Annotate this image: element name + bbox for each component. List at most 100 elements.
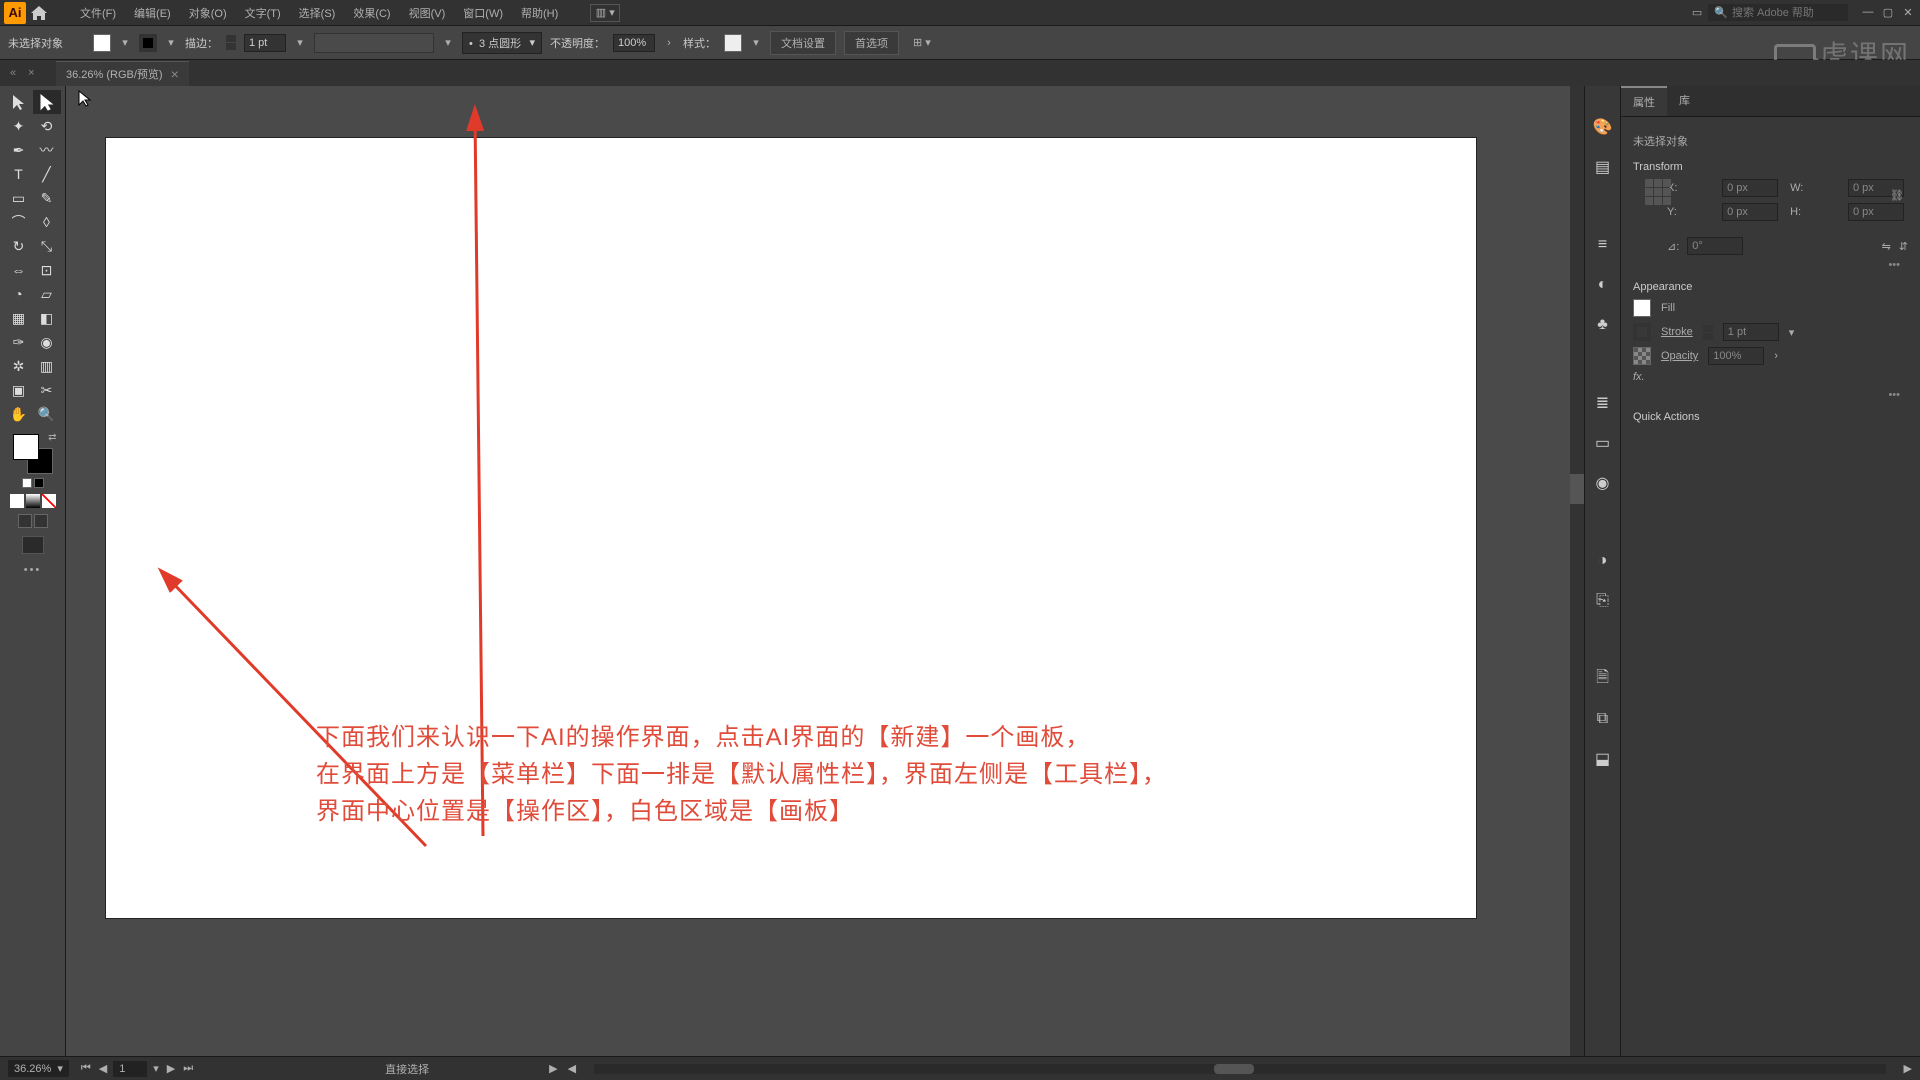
appearance-panel-icon[interactable]: ◑ — [1592, 550, 1614, 572]
stroke-panel-icon[interactable]: ≡ — [1592, 234, 1614, 256]
reference-point-icon[interactable] — [1645, 179, 1671, 205]
artboard-tool-icon[interactable]: ▣ — [5, 378, 33, 402]
asset-export-panel-icon[interactable]: ▭ — [1592, 432, 1614, 454]
artboard-last-icon[interactable]: ⏭ — [181, 1062, 195, 1075]
align-panel-icon[interactable]: 🗎 — [1592, 668, 1614, 690]
artboard-next-icon[interactable]: ▶ — [165, 1062, 177, 1075]
gradient-mode-icon[interactable] — [26, 494, 40, 508]
close-icon[interactable]: ✕ — [1900, 6, 1916, 19]
canvas-area[interactable]: 下面我们来认识一下AI的操作界面，点击AI界面的【新建】一个画板， 在界面上方是… — [66, 86, 1584, 1056]
panel-stroke-stepper[interactable] — [1703, 325, 1713, 340]
flip-v-icon[interactable]: ⇵ — [1899, 240, 1908, 253]
status-scroll-left-icon[interactable]: ◀ — [568, 1062, 576, 1075]
symbols-panel-icon[interactable]: ♣ — [1592, 314, 1614, 336]
stroke-weight-dropdown[interactable]: ▾ — [294, 36, 306, 49]
opacity-dropdown[interactable]: › — [663, 37, 675, 49]
style-dropdown[interactable]: ▾ — [750, 36, 762, 49]
flip-h-icon[interactable]: ⇋ — [1882, 240, 1891, 253]
color-mode-icon[interactable] — [10, 494, 24, 508]
panel-opacity-label[interactable]: Opacity — [1661, 350, 1698, 362]
rectangle-tool-icon[interactable]: ▭ — [5, 186, 33, 210]
tab-prev-icon[interactable]: « — [10, 67, 16, 79]
appearance-more-icon[interactable]: ••• — [1888, 389, 1900, 401]
gradient-panel-icon[interactable]: ◐ — [1592, 274, 1614, 296]
stroke-weight-field[interactable]: 1 pt — [244, 34, 286, 52]
brush-select[interactable]: • 3 点圆形▾ — [462, 32, 542, 54]
stroke-swatch[interactable] — [139, 34, 157, 52]
x-field[interactable]: 0 px — [1722, 179, 1778, 197]
scale-tool-icon[interactable]: ⤡ — [33, 234, 61, 258]
layers-panel-icon[interactable]: ≣ — [1592, 392, 1614, 414]
search-input[interactable] — [1732, 7, 1842, 19]
tab-close-button[interactable]: × — [171, 66, 179, 82]
shaper-tool-icon[interactable]: ⌒ — [5, 210, 33, 234]
brushes-panel-icon[interactable]: ◉ — [1592, 472, 1614, 494]
style-swatch[interactable] — [724, 34, 742, 52]
align-icon[interactable]: ⊞ ▾ — [913, 36, 931, 49]
screen-mode-icon[interactable] — [22, 536, 44, 554]
status-scroll-right-icon[interactable]: ▶ — [1904, 1062, 1912, 1075]
curvature-tool-icon[interactable]: 〰 — [33, 138, 61, 162]
angle-field[interactable]: 0° — [1687, 237, 1743, 255]
panel-opacity-swatch[interactable] — [1633, 347, 1651, 365]
draw-normal-icon[interactable] — [18, 514, 32, 528]
h-field[interactable]: 0 px — [1848, 203, 1904, 221]
artboard-prev-icon[interactable]: ◀ — [97, 1062, 109, 1075]
menu-view[interactable]: 视图(V) — [401, 1, 454, 25]
eraser-tool-icon[interactable]: ◊ — [33, 210, 61, 234]
menu-type[interactable]: 文字(T) — [237, 1, 289, 25]
fill-swatch[interactable] — [93, 34, 111, 52]
artboards-panel-icon[interactable]: ⎘ — [1592, 590, 1614, 612]
panel-fill-swatch[interactable] — [1633, 299, 1651, 317]
gradient-tool-icon[interactable]: ◧ — [33, 306, 61, 330]
fx-label[interactable]: fx. — [1633, 371, 1645, 383]
free-transform-tool-icon[interactable]: ⊡ — [33, 258, 61, 282]
color-panel-icon[interactable]: 🎨 — [1592, 116, 1614, 138]
menu-effect[interactable]: 效果(C) — [345, 1, 398, 25]
panel-stroke-dropdown[interactable]: ▾ — [1789, 326, 1795, 339]
variable-width-dropdown[interactable]: ▾ — [442, 36, 454, 49]
panel-stroke-field[interactable]: 1 pt — [1723, 323, 1779, 341]
menu-object[interactable]: 对象(O) — [181, 1, 235, 25]
zoom-tool-icon[interactable]: 🔍 — [33, 402, 61, 426]
width-tool-icon[interactable]: ⇔ — [5, 258, 33, 282]
panel-opacity-dropdown[interactable]: › — [1774, 350, 1778, 362]
draw-behind-icon[interactable] — [34, 514, 48, 528]
menu-edit[interactable]: 编辑(E) — [126, 1, 179, 25]
perspective-tool-icon[interactable]: ▱ — [33, 282, 61, 306]
vertical-scrollbar[interactable] — [1570, 86, 1584, 1056]
document-setup-button[interactable]: 文档设置 — [770, 31, 836, 55]
blend-tool-icon[interactable]: ◉ — [33, 330, 61, 354]
line-tool-icon[interactable]: ╱ — [33, 162, 61, 186]
menu-window[interactable]: 窗口(W) — [455, 1, 511, 25]
pen-tool-icon[interactable]: ✒ — [5, 138, 33, 162]
rotate-tool-icon[interactable]: ↻ — [5, 234, 33, 258]
panel-tab-libraries[interactable]: 库 — [1667, 86, 1702, 116]
home-icon[interactable] — [28, 2, 50, 24]
max-icon[interactable]: ▢ — [1880, 6, 1896, 19]
default-stroke-icon[interactable] — [34, 478, 44, 488]
frame-icon[interactable]: ▭ — [1692, 6, 1702, 19]
swap-colors-icon[interactable]: ⇄ — [48, 432, 56, 443]
arrange-documents-icon[interactable]: ▥ ▾ — [590, 4, 620, 22]
artboard-dropdown-icon[interactable]: ▾ — [151, 1062, 161, 1075]
stroke-swatch-dropdown[interactable]: ▾ — [165, 36, 177, 49]
search-box[interactable]: 🔍 — [1708, 4, 1848, 21]
selection-tool-icon[interactable] — [5, 90, 33, 114]
shape-builder-tool-icon[interactable]: ◔ — [5, 282, 33, 306]
menu-select[interactable]: 选择(S) — [291, 1, 344, 25]
menu-help[interactable]: 帮助(H) — [513, 1, 566, 25]
color-proxy[interactable]: ⇄ — [13, 434, 53, 474]
document-tab[interactable]: 36.26% (RGB/预览) × — [56, 61, 189, 86]
status-play-icon[interactable]: ▶ — [549, 1062, 557, 1075]
panel-stroke-label[interactable]: Stroke — [1661, 326, 1693, 338]
variable-width-field[interactable] — [314, 33, 434, 53]
eyedropper-tool-icon[interactable]: ✑ — [5, 330, 33, 354]
zoom-level[interactable]: 36.26%▾ — [8, 1060, 69, 1077]
stroke-stepper[interactable] — [226, 35, 236, 50]
swatches-panel-icon[interactable]: ▤ — [1592, 156, 1614, 178]
preferences-button[interactable]: 首选项 — [844, 31, 899, 55]
panel-tab-properties[interactable]: 属性 — [1621, 86, 1667, 116]
slice-tool-icon[interactable]: ✂ — [33, 378, 61, 402]
tab-close-icon[interactable]: × — [28, 67, 34, 79]
